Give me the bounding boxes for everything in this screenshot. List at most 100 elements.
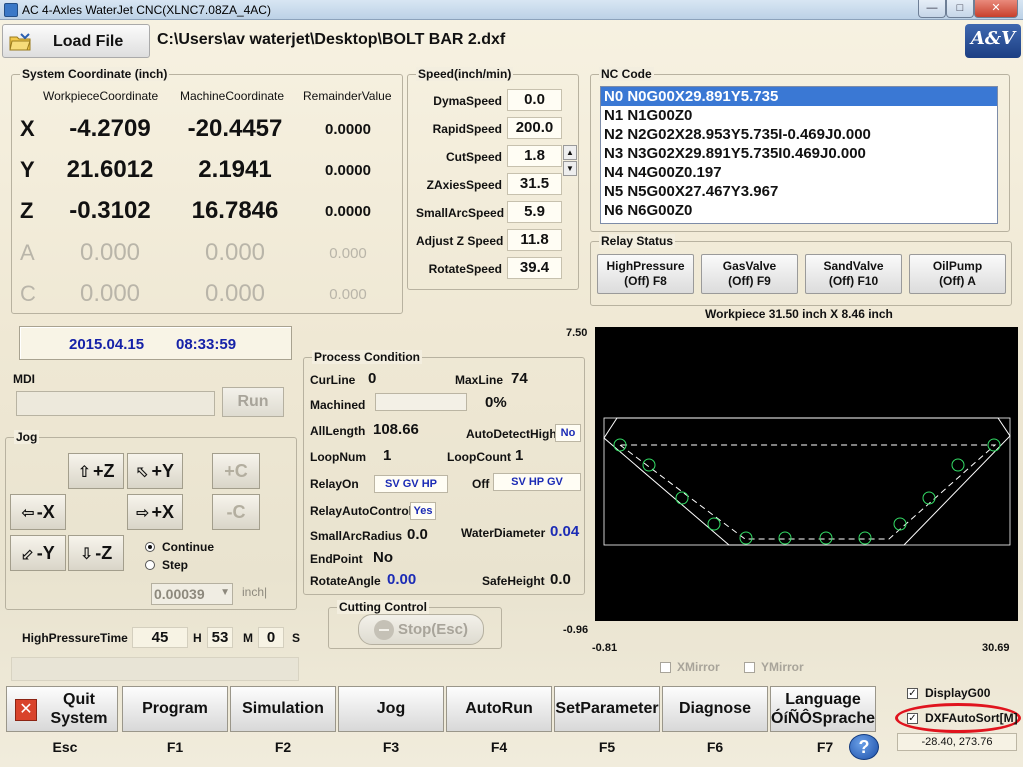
gas-valve-button[interactable]: GasValve (Off) F9	[701, 254, 798, 294]
nc-line[interactable]: N1 N1G00Z0	[601, 106, 997, 125]
jog-plus-y-button[interactable]: ⬁ +Y	[127, 453, 183, 489]
cut-speed-down-button[interactable]: ▼	[563, 161, 577, 176]
adjust-z-speed-field[interactable]: 11.8	[507, 229, 562, 251]
cut-speed-label: CutSpeed	[445, 150, 502, 164]
step-radio[interactable]	[145, 560, 155, 570]
zaxis-speed-field[interactable]: 31.5	[507, 173, 562, 195]
a-machine-value: 0.000	[204, 239, 266, 266]
mdi-input[interactable]	[16, 391, 215, 416]
smallarc-speed-field[interactable]: 5.9	[507, 201, 562, 223]
c-machine-value: 0.000	[204, 280, 266, 307]
jog-minus-c-button[interactable]: -C	[212, 494, 260, 530]
diagnose-button[interactable]: Diagnose	[662, 686, 768, 732]
fkey-f6: F6	[706, 739, 724, 755]
rotate-angle-label: RotateAngle	[310, 574, 381, 588]
language-button[interactable]: Language ÓíÑÔSprache	[770, 686, 876, 732]
load-file-button[interactable]: Load File	[2, 24, 150, 58]
nc-line[interactable]: N6 N6G00Z0	[601, 201, 997, 220]
machined-percent: 0%	[485, 394, 507, 411]
arrow-up-icon: ⇧	[77, 464, 91, 481]
fkey-esc: Esc	[52, 739, 78, 755]
continue-radio[interactable]	[145, 542, 155, 552]
ymirror-checkbox[interactable]	[744, 662, 755, 673]
alllength-label: AllLength	[310, 424, 366, 438]
help-icon[interactable]: ?	[849, 734, 879, 760]
cut-speed-up-button[interactable]: ▲	[563, 145, 577, 160]
nc-line[interactable]: N2 N2G02X28.953Y5.735I-0.469J0.000	[601, 125, 997, 144]
date-value: 2015.04.15	[69, 336, 145, 353]
relay-status-title: Relay Status	[599, 234, 676, 248]
jog-plus-x-label: +X	[151, 502, 174, 522]
waterdia-value: 0.04	[550, 523, 580, 540]
y-machine-value: 2.1941	[198, 156, 272, 183]
step-size-select[interactable]: 0.00039 ▼	[151, 583, 233, 605]
hp-hours-unit: H	[193, 631, 202, 645]
run-button[interactable]: Run	[222, 387, 284, 417]
autorun-button[interactable]: AutoRun	[446, 686, 552, 732]
rotate-speed-field[interactable]: 39.4	[507, 257, 562, 279]
program-button[interactable]: Program	[122, 686, 228, 732]
z-remainder-value: 0.0000	[325, 203, 371, 220]
machine-header: MachineCoordinate	[180, 89, 285, 103]
oil-pump-button[interactable]: OilPump (Off) A	[909, 254, 1006, 294]
y-min-label: -0.96	[563, 624, 589, 636]
high-pressure-button[interactable]: HighPressure (Off) F8	[597, 254, 694, 294]
safeheight-value: 0.0	[550, 571, 571, 588]
close-icon: ✕	[15, 699, 37, 721]
fkey-f2: F2	[274, 739, 292, 755]
datetime-panel: 2015.04.15 08:33:59	[19, 326, 292, 360]
toolpath-preview[interactable]	[595, 327, 1018, 621]
process-condition-title: Process Condition	[312, 350, 423, 364]
a-remainder-value: 0.000	[329, 245, 367, 262]
endpoint-label: EndPoint	[310, 552, 363, 566]
z-workpiece-value: -0.3102	[69, 197, 151, 224]
sand-valve-label: SandValve	[823, 259, 884, 273]
dxf-autosort-checkbox[interactable]: ✓	[907, 713, 918, 724]
nc-line[interactable]: N5 N5G00X27.467Y3.967	[601, 182, 997, 201]
stop-button[interactable]: Stop(Esc)	[358, 614, 484, 645]
jog-plus-z-button[interactable]: ⇧ +Z	[68, 453, 124, 489]
cut-speed-field[interactable]: 1.8	[507, 145, 562, 167]
curline-label: CurLine	[310, 373, 356, 387]
y-remainder-value: 0.0000	[325, 162, 371, 179]
chevron-down-icon: ▼	[220, 587, 230, 598]
jog-plus-c-button[interactable]: +C	[212, 453, 260, 489]
c-workpiece-value: 0.000	[79, 280, 141, 307]
quit-system-button[interactable]: ✕ Quit System	[6, 686, 118, 732]
setparameter-button[interactable]: SetParameter	[554, 686, 660, 732]
jog-minus-y-button[interactable]: ⬃ -Y	[10, 535, 66, 571]
cursor-coordinates: -28.40, 273.76	[897, 733, 1017, 751]
oil-pump-state: (Off) A	[939, 274, 976, 288]
oil-pump-label: OilPump	[932, 259, 983, 273]
jog-minus-z-button[interactable]: ⇩ -Z	[68, 535, 124, 571]
xmirror-checkbox[interactable]	[660, 662, 671, 673]
simulation-button[interactable]: Simulation	[230, 686, 336, 732]
jog-minus-x-label: -X	[36, 502, 55, 522]
jog-minus-x-button[interactable]: ⇦ -X	[10, 494, 66, 530]
nc-line[interactable]: N4 N4G00Z0.197	[601, 163, 997, 182]
step-label: Step	[162, 558, 189, 572]
window-titlebar: AC 4-Axles WaterJet CNC(XLNC7.08ZA_4AC) …	[0, 0, 1023, 20]
maxline-label: MaxLine	[455, 373, 504, 387]
status-bar	[11, 657, 299, 681]
hp-hours-field: 45	[132, 627, 188, 648]
jog-button[interactable]: Jog	[338, 686, 444, 732]
rapid-speed-field[interactable]: 200.0	[507, 117, 562, 139]
sand-valve-button[interactable]: SandValve (Off) F10	[805, 254, 902, 294]
display-g00-checkbox[interactable]: ✓	[907, 688, 918, 699]
maximize-icon[interactable]: □	[946, 0, 974, 18]
relayon-value: SV GV HP	[374, 475, 448, 493]
nc-line[interactable]: N0 N0G00X29.891Y5.735	[601, 87, 997, 106]
fkey-f4: F4	[490, 739, 508, 755]
stop-icon	[373, 620, 394, 641]
display-g00-label: DisplayG00	[925, 686, 991, 700]
machined-progress-bar	[375, 393, 467, 411]
minimize-icon[interactable]: —	[918, 0, 946, 18]
close-icon[interactable]: ✕	[974, 0, 1018, 18]
arrow-left-icon: ⇦	[21, 505, 35, 522]
alllength-value: 108.66	[373, 421, 419, 438]
nc-code-list[interactable]: N0 N0G00X29.891Y5.735 N1 N1G00Z0 N2 N2G0…	[600, 86, 998, 224]
nc-line[interactable]: N3 N3G02X29.891Y5.735I0.469J0.000	[601, 144, 997, 163]
quit-system-label: Quit System	[50, 691, 108, 727]
jog-plus-x-button[interactable]: ⇨ +X	[127, 494, 183, 530]
